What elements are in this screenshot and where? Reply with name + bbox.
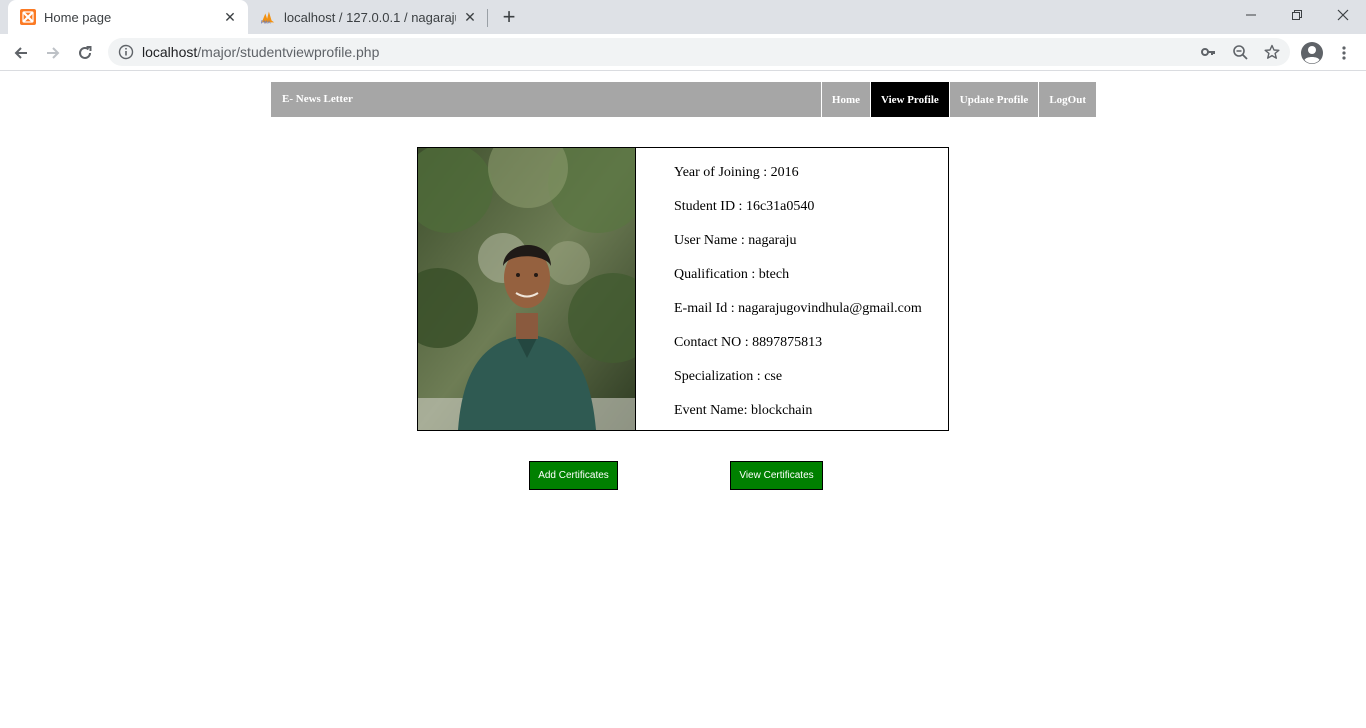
reload-icon[interactable]	[72, 40, 98, 66]
window-close-icon[interactable]	[1320, 0, 1366, 30]
star-icon[interactable]	[1264, 44, 1280, 60]
nav-update-profile[interactable]: Update Profile	[948, 82, 1039, 117]
browser-tabstrip: Home page ✕ PMA localhost / 127.0.0.1 / …	[0, 0, 1366, 34]
brand-title: E- News Letter	[282, 93, 353, 105]
url-text: localhost/major/studentviewprofile.php	[142, 44, 379, 60]
qualification: Qualification : btech	[674, 267, 790, 282]
view-certificates-button[interactable]: View Certificates	[730, 461, 823, 490]
year-of-joining: Year of Joining : 2016	[674, 165, 799, 180]
tab-title: Home page	[44, 9, 112, 25]
profile-card: Year of Joining : 2016 Student ID : 16c3…	[417, 147, 949, 431]
phpmyadmin-icon: PMA	[260, 9, 276, 25]
xampp-icon	[20, 9, 36, 25]
svg-text:PMA: PMA	[261, 20, 272, 25]
nav-home[interactable]: Home	[820, 82, 870, 117]
profile-details: Year of Joining : 2016 Student ID : 16c3…	[674, 164, 922, 436]
tab-home-page[interactable]: Home page ✕	[8, 0, 248, 34]
specialization: Specialization : cse	[674, 369, 783, 384]
address-bar[interactable]: localhost/major/studentviewprofile.php	[108, 38, 1290, 66]
key-icon[interactable]	[1200, 44, 1216, 60]
url-host: localhost	[142, 44, 198, 60]
tab-separator	[487, 9, 488, 27]
site-navbar: E- News Letter Home View Profile Update …	[271, 82, 1096, 117]
tab-phpmyadmin[interactable]: PMA localhost / 127.0.0.1 / nagaraju / ✕	[248, 0, 488, 34]
zoom-out-icon[interactable]	[1232, 44, 1248, 60]
url-path: /major/studentviewprofile.php	[197, 44, 380, 60]
menu-icon[interactable]	[1331, 40, 1357, 66]
account-icon[interactable]	[1299, 40, 1325, 66]
nav-menu: Home View Profile Update Profile LogOut	[820, 82, 1096, 117]
tab-title: localhost / 127.0.0.1 / nagaraju /	[284, 9, 456, 25]
minimize-icon[interactable]	[1228, 0, 1274, 30]
email-id: E-mail Id : nagarajugovindhula@gmail.com	[674, 301, 922, 316]
user-name: User Name : nagaraju	[674, 233, 797, 248]
forward-icon[interactable]	[40, 40, 66, 66]
close-icon[interactable]: ✕	[462, 9, 478, 25]
new-tab-icon[interactable]: +	[498, 4, 520, 29]
profile-photo	[418, 148, 636, 430]
event-name: Event Name: blockchain	[674, 403, 813, 418]
contact-no: Contact NO : 8897875813	[674, 335, 823, 350]
add-certificates-button[interactable]: Add Certificates	[529, 461, 618, 490]
nav-logout[interactable]: LogOut	[1038, 82, 1096, 117]
browser-toolbar: localhost/major/studentviewprofile.php	[0, 34, 1366, 71]
nav-view-profile[interactable]: View Profile	[870, 82, 949, 117]
info-icon[interactable]	[118, 44, 134, 60]
back-icon[interactable]	[8, 40, 34, 66]
restore-icon[interactable]	[1274, 0, 1320, 30]
student-id: Student ID : 16c31a0540	[674, 199, 815, 214]
close-icon[interactable]: ✕	[222, 9, 238, 25]
